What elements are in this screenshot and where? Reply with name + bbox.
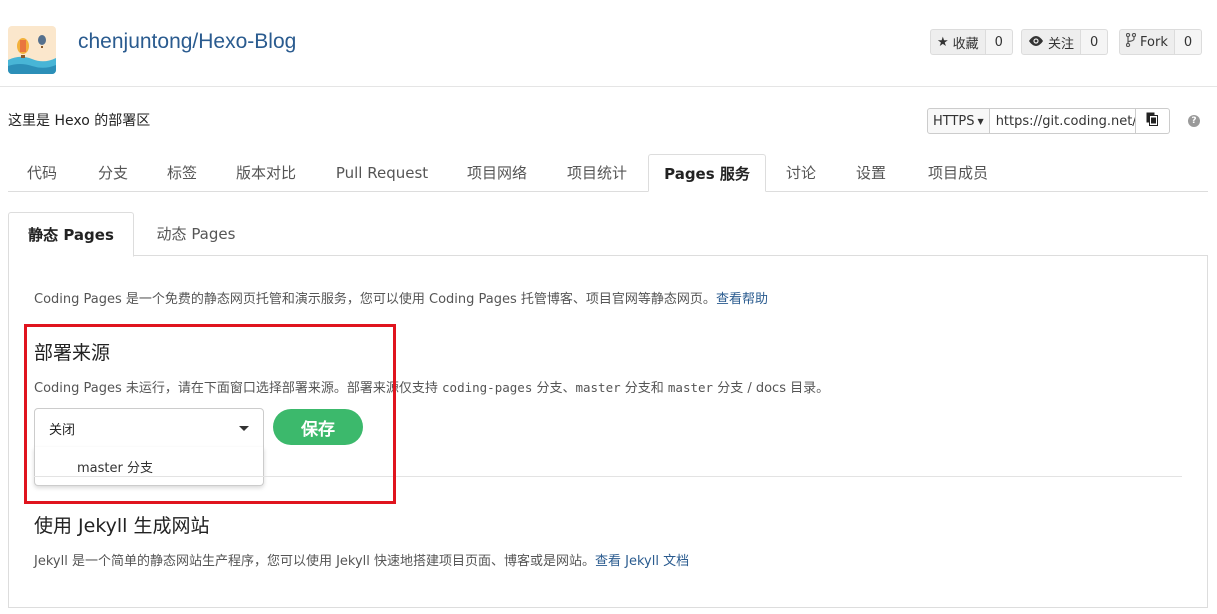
copy-button[interactable] xyxy=(1135,108,1170,134)
star-icon: ★ xyxy=(937,34,949,50)
tab-stats[interactable]: 项目统计 xyxy=(548,154,646,192)
protocol-label: HTTPS xyxy=(933,113,975,129)
tab-settings[interactable]: 设置 xyxy=(836,154,906,192)
deploy-text-part: 分支、 xyxy=(532,381,576,396)
repo-avatar[interactable] xyxy=(8,26,56,74)
star-group: ★ 收藏 0 xyxy=(930,29,1013,55)
tab-code[interactable]: 代码 xyxy=(8,154,76,192)
repo-description: 这里是 Hexo 的部署区 xyxy=(8,113,151,129)
fork-group: Fork 0 xyxy=(1119,29,1203,55)
jekyll-docs-link[interactable]: 查看 Jekyll 文档 xyxy=(595,554,689,569)
clone-url-box: HTTPS ▼ https://git.coding.net/ xyxy=(927,108,1170,134)
star-label: 收藏 xyxy=(952,36,979,52)
tab-compare[interactable]: 版本对比 xyxy=(218,154,314,192)
eye-icon xyxy=(1028,35,1044,50)
jekyll-title: 使用 Jekyll 生成网站 xyxy=(34,515,210,537)
fork-label: Fork xyxy=(1140,34,1168,50)
tab-tags[interactable]: 标签 xyxy=(148,154,216,192)
watch-group: 关注 0 xyxy=(1021,29,1109,55)
tab-network[interactable]: 项目网络 xyxy=(448,154,546,192)
main-tabs: 代码 分支 标签 版本对比 Pull Request 项目网络 项目统计 Pag… xyxy=(8,154,1208,192)
fork-button[interactable]: Fork xyxy=(1119,29,1175,55)
repo-title[interactable]: chenjuntong/Hexo-Blog xyxy=(78,30,296,54)
watch-count[interactable]: 0 xyxy=(1081,29,1109,55)
tab-pull-request[interactable]: Pull Request xyxy=(318,154,446,192)
question-icon[interactable]: ? xyxy=(1188,115,1200,127)
star-count[interactable]: 0 xyxy=(985,29,1013,55)
deploy-text-part: 分支 / docs 目录。 xyxy=(713,381,830,396)
clipboard-icon xyxy=(1146,112,1159,130)
tab-branches[interactable]: 分支 xyxy=(78,154,148,192)
tab-static-pages[interactable]: 静态 Pages xyxy=(8,212,134,257)
clone-url-input[interactable]: https://git.coding.net/ xyxy=(989,108,1136,134)
jekyll-description: Jekyll 是一个简单的静态网站生产程序，您可以使用 Jekyll 快速地搭建… xyxy=(34,554,596,569)
intro-text: Coding Pages 是一个免费的静态网页托管和演示服务，您可以使用 Cod… xyxy=(34,292,716,307)
fork-count[interactable]: 0 xyxy=(1174,29,1203,55)
tab-discussion[interactable]: 讨论 xyxy=(768,154,834,192)
deploy-text-part: 分支和 xyxy=(620,381,668,396)
tab-dynamic-pages[interactable]: 动态 Pages xyxy=(136,212,256,256)
star-button[interactable]: ★ 收藏 xyxy=(930,29,986,55)
code-branch-coding-pages: coding-pages xyxy=(442,380,533,395)
tab-members[interactable]: 项目成员 xyxy=(908,154,1008,192)
protocol-select[interactable]: HTTPS ▼ xyxy=(927,108,990,134)
repo-header: chenjuntong/Hexo-Blog ★ 收藏 0 关注 0 Fork 0 xyxy=(0,0,1217,87)
pages-intro: Coding Pages 是一个免费的静态网页托管和演示服务，您可以使用 Cod… xyxy=(34,288,768,307)
watch-label: 关注 xyxy=(1048,36,1075,52)
code-branch-master-docs: master xyxy=(667,380,714,395)
fork-icon xyxy=(1125,32,1137,51)
pages-sub-tabs: 静态 Pages 动态 Pages xyxy=(8,212,1208,257)
help-link[interactable]: 查看帮助 xyxy=(716,292,768,307)
chevron-down-icon: ▼ xyxy=(977,116,984,126)
red-highlight-box xyxy=(24,324,396,504)
tab-pages[interactable]: Pages 服务 xyxy=(648,154,766,192)
code-branch-master: master xyxy=(575,380,621,395)
watch-button[interactable]: 关注 xyxy=(1021,29,1082,55)
jekyll-text: Jekyll 是一个简单的静态网站生产程序，您可以使用 Jekyll 快速地搭建… xyxy=(34,550,689,569)
